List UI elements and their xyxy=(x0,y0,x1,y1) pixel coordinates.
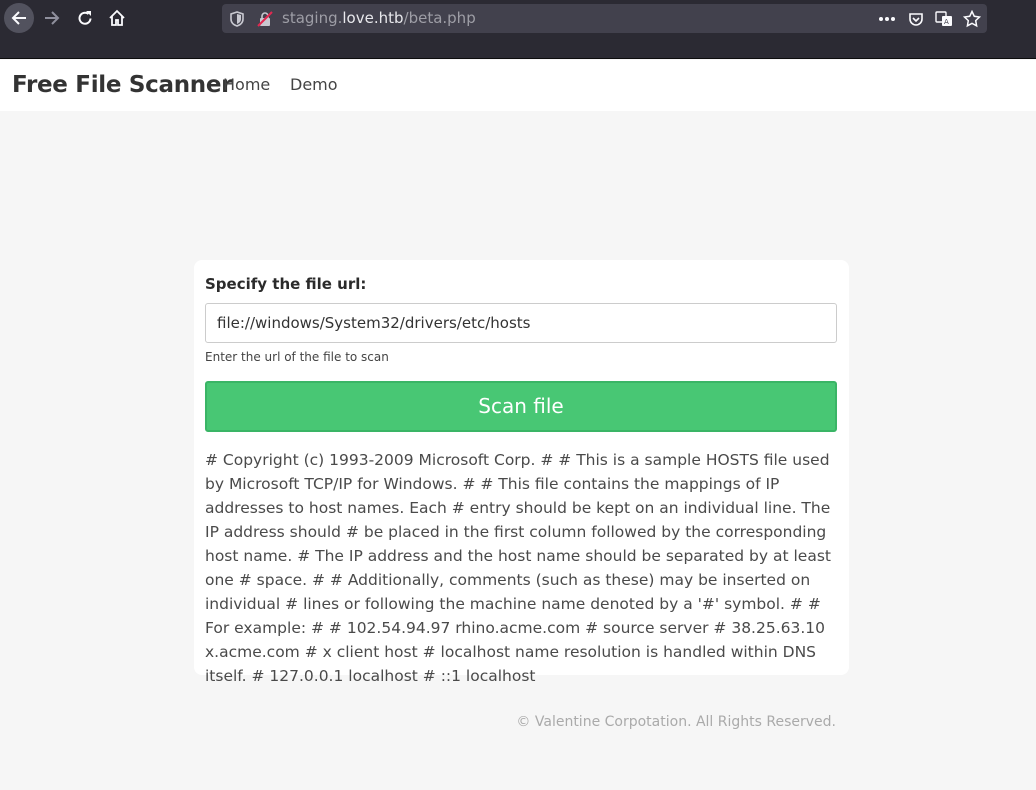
nav-demo-link[interactable]: Demo xyxy=(290,75,338,95)
url-text[interactable]: staging.love.htb/beta.php xyxy=(282,4,476,33)
site-navbar: Free File Scanner Home Demo xyxy=(0,60,1036,111)
shield-icon[interactable] xyxy=(230,11,244,27)
footer-copyright: © Valentine Corpotation. All Rights Rese… xyxy=(516,714,836,730)
url-host: love.htb xyxy=(342,9,404,27)
translate-icon: A xyxy=(935,11,952,26)
file-url-label: Specify the file url: xyxy=(205,275,367,293)
file-url-help-text: Enter the url of the file to scan xyxy=(205,350,389,364)
file-url-input[interactable]: file://windows/System32/drivers/etc/host… xyxy=(205,303,837,343)
url-subdomain: staging. xyxy=(282,9,343,27)
reload-button[interactable] xyxy=(70,3,100,33)
browser-toolbar: staging.love.htb/beta.php A xyxy=(0,0,1036,59)
scan-file-button[interactable]: Scan file xyxy=(205,381,837,432)
page-actions-button[interactable] xyxy=(877,9,897,29)
pocket-icon xyxy=(909,13,923,26)
more-icon xyxy=(879,17,895,21)
home-button[interactable] xyxy=(102,3,132,33)
bookmark-star-icon xyxy=(963,10,981,28)
site-brand[interactable]: Free File Scanner xyxy=(12,71,232,99)
translate-button[interactable]: A xyxy=(934,9,954,29)
url-bar[interactable]: staging.love.htb/beta.php A xyxy=(222,4,987,33)
scan-result-text: # Copyright (c) 1993-2009 Microsoft Corp… xyxy=(205,451,831,685)
bookmark-button[interactable] xyxy=(962,9,982,29)
pocket-button[interactable] xyxy=(906,9,926,29)
reload-icon xyxy=(78,11,92,25)
back-icon xyxy=(11,11,26,25)
url-path: /beta.php xyxy=(403,9,476,27)
back-button[interactable] xyxy=(4,3,34,33)
forward-icon xyxy=(45,11,60,25)
home-icon xyxy=(109,9,125,26)
svg-text:A: A xyxy=(944,18,949,26)
nav-home-link[interactable]: Home xyxy=(223,75,270,95)
scan-form-card: Specify the file url: file://windows/Sys… xyxy=(194,260,849,685)
insecure-lock-icon[interactable] xyxy=(257,11,273,27)
forward-button[interactable] xyxy=(37,3,67,33)
